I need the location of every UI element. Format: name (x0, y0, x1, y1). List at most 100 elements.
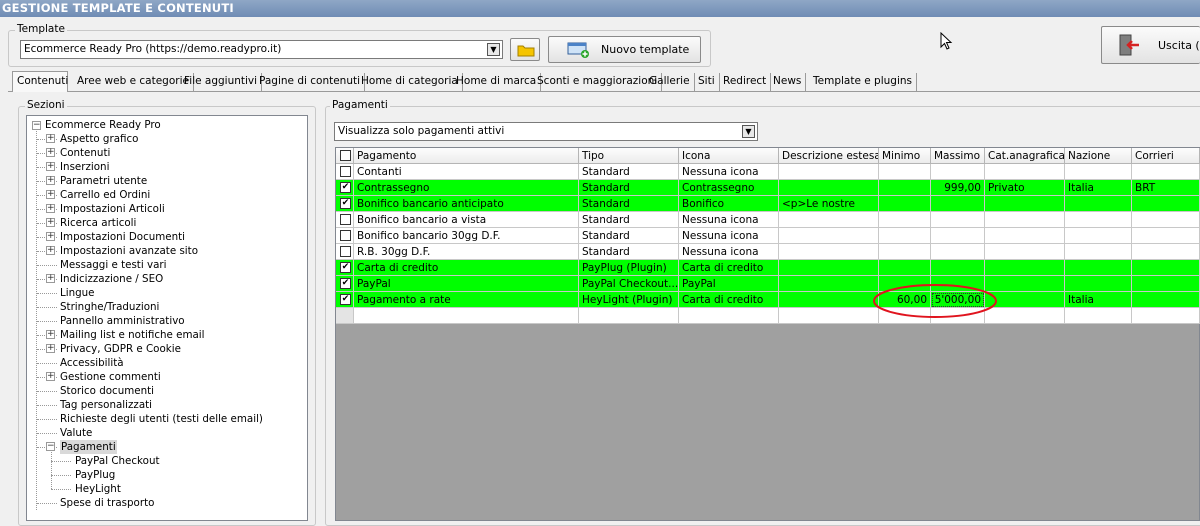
table-row[interactable]: ✔ Bonifico bancario anticipato Standard Bon… (336, 196, 1200, 212)
tab-redirect[interactable]: Redirect (719, 73, 772, 91)
table-cell[interactable] (1065, 196, 1132, 212)
table-cell[interactable] (985, 228, 1065, 244)
unchecked-checkbox[interactable] (340, 166, 351, 177)
table-cell[interactable] (779, 244, 879, 260)
row-check-cell[interactable] (336, 228, 354, 244)
table-cell[interactable]: Bonifico bancario a vista (354, 212, 579, 228)
table-cell[interactable] (879, 260, 931, 276)
table-cell[interactable] (1065, 228, 1132, 244)
tree-item[interactable]: PayPlug (75, 468, 115, 482)
table-cell[interactable] (1132, 228, 1200, 244)
row-check-cell[interactable]: ✔ (336, 260, 354, 276)
table-cell[interactable] (779, 292, 879, 308)
checked-checkbox[interactable]: ✔ (340, 262, 351, 273)
tab-aree-web[interactable]: Aree web e categorie (73, 73, 194, 91)
tree-item[interactable]: Aspetto grafico (60, 132, 138, 146)
table-cell[interactable] (1065, 244, 1132, 260)
tab-home-categoria[interactable]: Home di categoria (357, 73, 463, 91)
row-indicator-cell[interactable] (336, 308, 354, 324)
new-record-row[interactable] (336, 308, 1200, 324)
table-cell[interactable]: Bonifico (679, 196, 779, 212)
tree-expand-icon[interactable]: + (46, 134, 55, 143)
table-cell[interactable] (779, 276, 879, 292)
table-cell[interactable] (1132, 308, 1200, 324)
table-cell[interactable] (1132, 244, 1200, 260)
tree-item[interactable]: Richieste degli utenti (testi delle emai… (60, 412, 263, 426)
table-cell[interactable] (1065, 164, 1132, 180)
tree-expand-icon[interactable]: + (46, 274, 55, 283)
table-cell[interactable]: Contrassegno (679, 180, 779, 196)
table-cell[interactable] (579, 308, 679, 324)
unchecked-checkbox[interactable] (340, 246, 351, 257)
tree-item[interactable]: HeyLight (75, 482, 121, 496)
table-cell[interactable]: Nessuna icona (679, 212, 779, 228)
table-cell[interactable] (931, 260, 985, 276)
tab-siti[interactable]: Siti (694, 73, 720, 91)
tree-item[interactable]: Tag personalizzati (60, 398, 152, 412)
table-cell[interactable] (1065, 212, 1132, 228)
chevron-down-icon[interactable]: ▼ (487, 43, 500, 56)
checked-checkbox[interactable]: ✔ (340, 278, 351, 289)
tree-item[interactable]: Impostazioni Articoli (60, 202, 165, 216)
table-cell[interactable]: Contrassegno (354, 180, 579, 196)
column-header[interactable]: Icona (679, 148, 779, 164)
tree-expand-icon[interactable]: + (46, 330, 55, 339)
tree-expand-icon[interactable]: + (46, 232, 55, 241)
tree-root[interactable]: Ecommerce Ready Pro (45, 118, 161, 132)
table-cell[interactable]: PayPal (679, 276, 779, 292)
select-all-cell[interactable] (336, 148, 354, 164)
table-cell[interactable] (1132, 276, 1200, 292)
table-cell[interactable]: Standard (579, 212, 679, 228)
tree-item[interactable]: Storico documenti (60, 384, 154, 398)
table-cell[interactable] (931, 164, 985, 180)
tree-item[interactable]: Contenuti (60, 146, 110, 160)
table-cell[interactable]: Contanti (354, 164, 579, 180)
table-cell[interactable] (679, 308, 779, 324)
tab-news[interactable]: News (769, 73, 807, 91)
table-cell[interactable] (779, 212, 879, 228)
table-cell[interactable]: Carta di credito (679, 260, 779, 276)
table-cell[interactable] (1132, 292, 1200, 308)
table-cell[interactable] (779, 228, 879, 244)
checked-checkbox[interactable]: ✔ (340, 182, 351, 193)
table-cell[interactable]: PayPal (354, 276, 579, 292)
tree-item[interactable]: Indicizzazione / SEO (60, 272, 163, 286)
tree-expand-icon[interactable]: + (46, 344, 55, 353)
tree-item[interactable]: Gestione commenti (60, 370, 161, 384)
table-cell[interactable] (931, 212, 985, 228)
table-cell[interactable]: R.B. 30gg D.F. (354, 244, 579, 260)
column-header[interactable]: Pagamento (354, 148, 579, 164)
new-template-button[interactable]: Nuovo template (548, 36, 701, 63)
tree-item[interactable]: Accessibilità (60, 356, 124, 370)
table-cell[interactable] (1132, 260, 1200, 276)
row-check-cell[interactable] (336, 244, 354, 260)
row-check-cell[interactable] (336, 164, 354, 180)
table-row[interactable]: Bonifico bancario 30gg D.F. Standard Nessu… (336, 228, 1200, 244)
table-cell[interactable] (879, 228, 931, 244)
tree-item[interactable]: Stringhe/Traduzioni (60, 300, 159, 314)
column-header[interactable]: Minimo (879, 148, 931, 164)
checked-checkbox[interactable]: ✔ (340, 294, 351, 305)
tab-contenuti[interactable]: Contenuti (12, 71, 68, 92)
table-cell[interactable] (1065, 276, 1132, 292)
tab-file-aggiuntivi[interactable]: File aggiuntivi (180, 73, 263, 91)
column-header[interactable]: Cat.anagrafica (985, 148, 1065, 164)
tree-item[interactable]: Spese di trasporto (60, 496, 154, 510)
table-cell[interactable] (1132, 164, 1200, 180)
table-row[interactable]: ✔ Carta di credito PayPlug (Plugin) Carta d… (336, 260, 1200, 276)
unchecked-checkbox[interactable] (340, 230, 351, 241)
tree-expand-icon[interactable]: + (46, 218, 55, 227)
row-check-cell[interactable]: ✔ (336, 276, 354, 292)
tree-expand-icon[interactable]: + (46, 190, 55, 199)
table-cell[interactable] (985, 244, 1065, 260)
open-folder-button[interactable] (510, 38, 540, 61)
table-cell[interactable] (879, 180, 931, 196)
tree-expand-icon[interactable]: + (46, 246, 55, 255)
table-cell[interactable]: PayPal Checkout... (579, 276, 679, 292)
table-cell[interactable]: Bonifico bancario 30gg D.F. (354, 228, 579, 244)
tree-item[interactable]: Lingue (60, 286, 95, 300)
table-cell[interactable] (879, 164, 931, 180)
tree-item[interactable]: Ricerca articoli (60, 216, 136, 230)
table-cell[interactable]: PayPlug (Plugin) (579, 260, 679, 276)
template-select[interactable]: Ecommerce Ready Pro (https://demo.readyp… (20, 40, 503, 59)
